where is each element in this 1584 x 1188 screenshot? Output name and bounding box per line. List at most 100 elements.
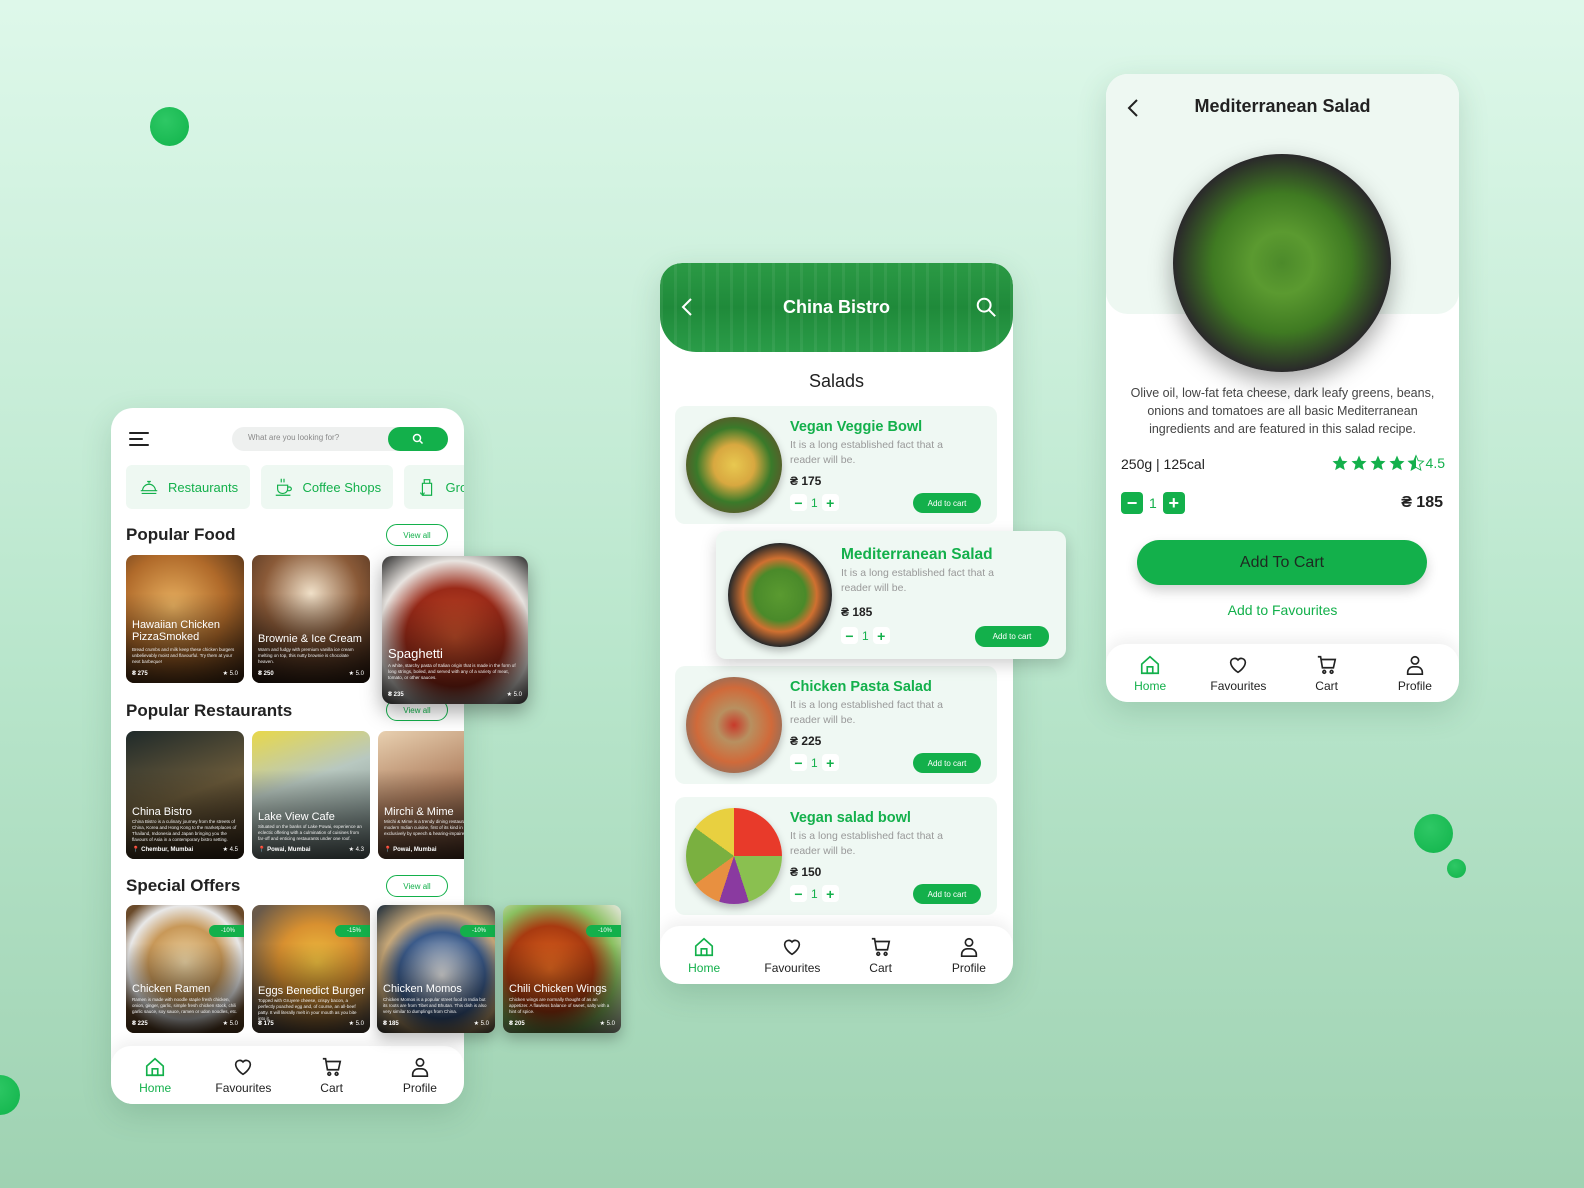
nav-cart[interactable]: Cart: [841, 936, 921, 975]
search-button[interactable]: [388, 427, 448, 451]
search-input[interactable]: What are you looking for?: [248, 433, 339, 442]
decrease-button[interactable]: −: [790, 754, 807, 771]
quantity-stepper: − 1 +: [790, 885, 839, 902]
food-name: Spaghetti: [388, 646, 443, 661]
category-groceries[interactable]: Groceries: [403, 465, 464, 509]
add-to-cart-button[interactable]: Add To Cart: [1137, 540, 1427, 585]
offer-desc: Chicken wings are normally thought of as…: [509, 997, 610, 1014]
item-name: Mediterranean Salad: [841, 546, 993, 563]
decrease-button[interactable]: −: [790, 494, 807, 511]
nav-profile[interactable]: Profile: [1375, 654, 1455, 693]
menu-item[interactable]: Vegan salad bowl It is a long establishe…: [675, 797, 997, 915]
quantity-stepper: − 1 +: [841, 627, 890, 644]
offer-card[interactable]: -10% Chicken Momos Chicken Momos is a po…: [377, 905, 495, 1033]
menu-item-highlighted[interactable]: Mediterranean Salad It is a long establi…: [716, 531, 1066, 659]
dish-weight-calories: 250g | 125cal: [1121, 456, 1205, 472]
food-rating: ★ 5.0: [222, 671, 238, 677]
item-price: ₴ 150: [790, 865, 822, 879]
decorative-dot: [1414, 814, 1453, 853]
offer-price: ₴ 205: [509, 1021, 525, 1027]
menu-item[interactable]: Chicken Pasta Salad It is a long establi…: [675, 666, 997, 784]
nav-cart[interactable]: Cart: [292, 1056, 372, 1095]
food-name: Brownie & Ice Cream: [258, 633, 362, 645]
nav-label: Home: [139, 1080, 172, 1095]
add-to-cart-button[interactable]: Add to cart: [975, 626, 1049, 647]
add-to-cart-button[interactable]: Add to cart: [913, 884, 981, 904]
increase-button[interactable]: +: [821, 754, 839, 771]
star-icon: [1351, 455, 1367, 471]
discount-badge: -15%: [334, 925, 370, 937]
restaurant-location: 📍 Chembur, Mumbai: [132, 847, 194, 853]
location-text: Powai, Mumbai: [267, 847, 311, 853]
restaurant-card[interactable]: China Bistro China Bistro is a culinary …: [126, 731, 244, 859]
offer-card[interactable]: -15% Eggs Benedict Burger Topped with Gr…: [252, 905, 370, 1033]
offer-name: Chili Chicken Wings: [509, 983, 607, 995]
coffee-cup-icon: [275, 478, 292, 496]
restaurant-rating: ★ 4.3: [348, 847, 364, 853]
add-to-cart-button[interactable]: Add to cart: [913, 753, 981, 773]
item-name: Vegan salad bowl: [790, 810, 911, 826]
star-icon: [1370, 455, 1386, 471]
offer-card[interactable]: -10% Chicken Ramen Ramen is made with no…: [126, 905, 244, 1033]
restaurant-card[interactable]: Lake View Cafe Situated on the banks of …: [252, 731, 370, 859]
nav-favourites[interactable]: Favourites: [752, 936, 832, 975]
home-icon: [695, 937, 714, 956]
home-header: What are you looking for?: [111, 408, 464, 468]
category-label: Coffee Shops: [302, 479, 382, 495]
nav-favourites[interactable]: Favourites: [203, 1056, 283, 1095]
section-title-salads: Salads: [808, 371, 865, 391]
nav-cart[interactable]: Cart: [1287, 654, 1367, 693]
search-bar[interactable]: What are you looking for?: [232, 427, 448, 451]
view-all-offers-button[interactable]: View all: [386, 875, 448, 897]
increase-button[interactable]: +: [872, 627, 890, 644]
nav-label: Profile: [1397, 678, 1432, 693]
decrease-button[interactable]: −: [841, 627, 858, 644]
hamburger-menu-icon[interactable]: [129, 432, 149, 448]
section-title-popular-restaurants: Popular Restaurants: [126, 701, 293, 720]
offer-rating: ★ 5.0: [599, 1021, 615, 1027]
nav-home[interactable]: Home: [1110, 654, 1190, 693]
quantity-stepper: − 1 +: [790, 754, 839, 771]
nav-profile[interactable]: Profile: [929, 936, 1009, 975]
item-price: ₴ 225: [790, 734, 822, 748]
food-card[interactable]: Brownie & Ice Cream Warm and fudgy with …: [252, 555, 370, 683]
add-to-cart-button[interactable]: Add to cart: [913, 493, 981, 513]
increase-button[interactable]: +: [821, 494, 839, 511]
offer-rating: ★ 5.0: [348, 1021, 364, 1027]
quantity-value: 1: [811, 886, 818, 901]
increase-button[interactable]: +: [821, 885, 839, 902]
search-icon[interactable]: [975, 296, 997, 318]
food-rating: ★ 5.0: [506, 692, 522, 698]
location-text: Powai, Mumbai: [393, 847, 437, 853]
quantity-value: 1: [811, 495, 818, 510]
item-desc: It is a long established fact that a rea…: [790, 699, 943, 726]
star-icon: [1389, 455, 1405, 471]
restaurant-card[interactable]: Mirchi & Mime Mirchi & Mime is a trendy …: [378, 731, 464, 859]
user-icon: [960, 937, 978, 957]
nav-profile[interactable]: Profile: [380, 1056, 460, 1095]
restaurant-desc: China Bistro is a culinary journey from …: [132, 819, 237, 842]
increase-button[interactable]: +: [1162, 492, 1185, 514]
nav-favourites[interactable]: Favourites: [1198, 654, 1278, 693]
decrease-button[interactable]: −: [1121, 492, 1143, 514]
category-coffee-shops[interactable]: Coffee Shops: [260, 465, 394, 509]
nav-label: Cart: [320, 1080, 343, 1095]
location-text: Chembur, Mumbai: [141, 847, 194, 853]
category-restaurants[interactable]: Restaurants: [126, 465, 251, 509]
decrease-button[interactable]: −: [790, 885, 807, 902]
add-to-favourites-link[interactable]: Add to Favourites: [1106, 602, 1459, 618]
offer-price: ₴ 185: [383, 1021, 399, 1027]
nav-label: Favourites: [764, 960, 821, 975]
food-price: ₴ 275: [132, 671, 148, 677]
food-card[interactable]: Hawaiian Chicken PizzaSmoked Bread crumb…: [126, 555, 244, 683]
view-all-popular-food-button[interactable]: View all: [386, 524, 448, 546]
section-title-popular-food: Popular Food: [126, 525, 236, 544]
nav-home[interactable]: Home: [115, 1056, 195, 1095]
nav-home[interactable]: Home: [664, 936, 744, 975]
food-name: Hawaiian Chicken PizzaSmoked: [132, 619, 221, 643]
menu-item[interactable]: Vegan Veggie Bowl It is a long establish…: [675, 406, 997, 524]
food-image: [686, 808, 782, 904]
quantity-value: 1: [862, 628, 869, 643]
offer-card[interactable]: -10% Chili Chicken Wings Chicken wings a…: [503, 905, 621, 1033]
food-card-featured[interactable]: Spaghetti A white, starchy pasta of Ital…: [382, 556, 528, 704]
